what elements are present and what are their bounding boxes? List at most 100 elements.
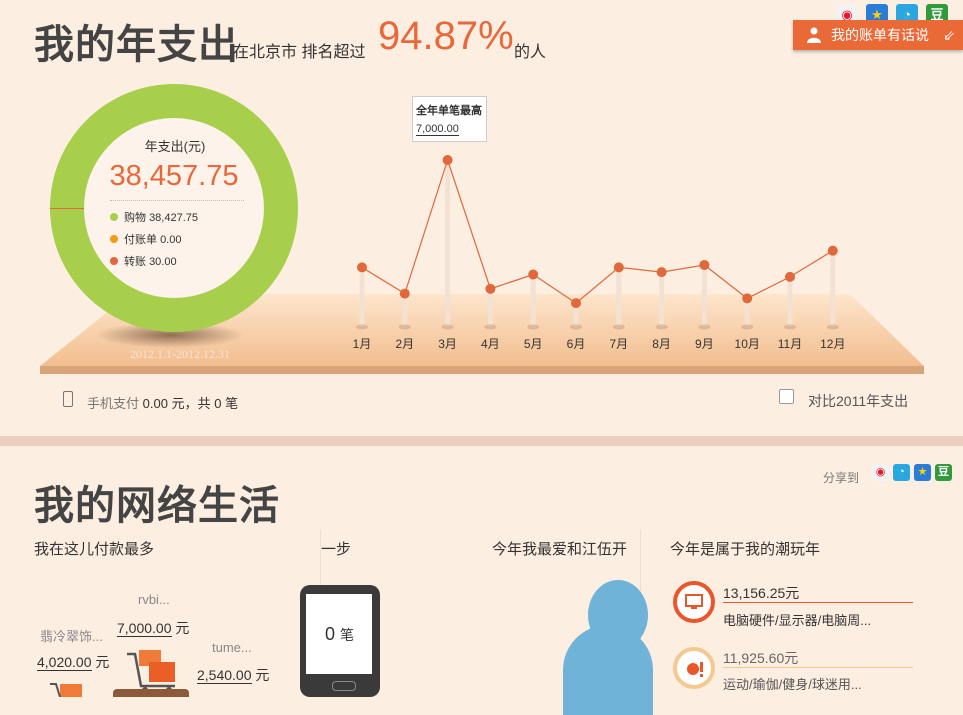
month-pole-base-3 — [441, 324, 454, 330]
category-badge — [673, 647, 715, 689]
data-point-10 — [742, 293, 753, 304]
weibo-icon[interactable]: ◉ — [872, 464, 889, 481]
douban-icon[interactable]: 豆 — [935, 464, 952, 481]
data-point-6 — [571, 298, 581, 309]
compare-2011-checkbox[interactable] — [779, 389, 794, 404]
monthly-expense-chart: 1月 2月 3月 4月 5月 6月 7月 8月 9月 10月 11月 12月 — [353, 155, 845, 351]
month-pole-12 — [830, 250, 836, 327]
merchant-unit: 元 — [175, 620, 190, 636]
merchant-amount[interactable]: 4,020.00 — [37, 654, 92, 671]
section-divider — [0, 436, 963, 446]
merchant-amount[interactable]: 2,540.00 — [197, 667, 252, 684]
month-label: 3月 — [438, 337, 457, 351]
merchant-name: rvbi... — [138, 592, 170, 607]
phone-count-value: 0 — [325, 624, 336, 644]
month-pole-7 — [616, 267, 622, 327]
month-pole-base-11 — [784, 324, 796, 330]
peak-title: 全年单笔最高 — [416, 105, 482, 117]
data-point-9 — [699, 259, 710, 270]
month-pole-9 — [701, 264, 707, 327]
arrow-down-left-icon: ⇙ — [943, 27, 955, 43]
panel-title-mobile: 一步 — [321, 541, 352, 558]
mobile-count-unit: 笔 — [225, 396, 239, 411]
data-point-1 — [357, 262, 367, 273]
month-pole-base-9 — [698, 324, 711, 330]
expense-line — [361, 158, 834, 304]
merchant-amount[interactable]: 7,000.00 — [117, 620, 172, 637]
category-badge — [673, 581, 715, 623]
legend-value: 38,427.75 — [149, 212, 198, 224]
merchant-pedestal — [113, 689, 189, 697]
month-pole-3 — [445, 160, 451, 327]
section-title: 我的网络生活 — [34, 484, 280, 528]
month-label: 9月 — [695, 337, 714, 351]
merchant-amount-row: 7,000.00 元 — [117, 618, 189, 638]
legend-value: 30.00 — [149, 256, 177, 268]
month-pole-8 — [659, 272, 665, 327]
month-label: 7月 — [609, 337, 628, 351]
category-name[interactable]: 电脑硬件/显示器/电脑周... — [723, 610, 871, 629]
month-label: 2月 — [395, 337, 414, 351]
compare-2011-label[interactable]: 对比2011年支出 — [808, 391, 908, 411]
month-pole-2 — [402, 293, 408, 327]
legend-transfer: 转账 30.00 — [110, 253, 177, 269]
donut-label: 年支出(元) — [144, 139, 206, 154]
phone-count-unit: 笔 — [340, 627, 355, 643]
month-label: 11月 — [778, 337, 802, 351]
month-pole-11 — [787, 276, 793, 327]
data-point-5 — [528, 269, 539, 280]
date-range: 2012.1.1-2012.12.31 — [130, 347, 230, 361]
month-label: 1月 — [353, 337, 372, 351]
panel-title-trend: 今年是属于我的潮玩年 — [670, 541, 821, 558]
legend-name: 付账单 — [124, 234, 157, 246]
donut-total: 38,457.75 — [109, 160, 239, 192]
merchant-name: 翡冷翠饰... — [40, 629, 103, 644]
data-point-12 — [827, 245, 838, 256]
tencent-weibo-icon[interactable]: ◔ — [893, 464, 910, 481]
month-pole-base-7 — [612, 324, 625, 330]
legend-name: 购物 — [124, 212, 146, 224]
page-title: 我的年支出 — [34, 23, 239, 67]
panel-title-favorite: 今年我最爱和江伍开 — [492, 541, 628, 558]
share-to-label: 分享到 — [823, 471, 860, 485]
category-bar — [723, 602, 913, 603]
merchant-unit: 元 — [95, 654, 110, 670]
rank-suffix-text: 的人 — [514, 44, 547, 61]
user-icon — [807, 27, 821, 43]
merchant-amount-row: 2,540.00 元 — [197, 665, 269, 685]
mobile-amount: 0.00 — [142, 396, 168, 411]
panel-title-top-merchant: 我在这儿付款最多 — [34, 541, 155, 558]
legend-dot — [110, 235, 118, 243]
qzone-icon[interactable]: ★ — [914, 464, 931, 481]
peak-tooltip: 全年单笔最高 7,000.00 — [412, 96, 487, 142]
merchant-unit: 元 — [255, 667, 270, 683]
rank-prefix-text: 在北京市 排名超过 — [233, 44, 366, 61]
month-label: 12月 — [820, 337, 845, 351]
month-pole-base-10 — [741, 324, 754, 330]
mobile-unit: 元，共 — [171, 396, 211, 411]
legend-shopping: 购物 38,427.75 — [110, 209, 198, 225]
category-amount: 13,156.25元 — [723, 585, 800, 601]
mobile-label: 手机支付 — [87, 396, 140, 411]
month-label: 5月 — [524, 337, 543, 351]
phone-home-button — [332, 681, 356, 691]
rank-percentage: 94.87% — [378, 14, 514, 58]
donut-divider — [110, 200, 244, 201]
data-point-4 — [485, 283, 496, 294]
month-label: 8月 — [652, 337, 671, 351]
legend-name: 转账 — [124, 256, 146, 268]
category-name[interactable]: 运动/瑜伽/健身/球迷用... — [723, 674, 862, 693]
mobile-count-display: 0 笔 — [325, 624, 354, 645]
mobile-phone-icon — [63, 391, 73, 407]
data-point-11 — [785, 271, 795, 282]
bill-talk-button[interactable]: 我的账单有话说 ⇙ — [793, 20, 963, 50]
data-point-2 — [399, 288, 410, 299]
monitor-icon — [685, 594, 703, 609]
data-point-8 — [656, 267, 667, 278]
peak-value: 7,000.00 — [416, 123, 459, 136]
merchant-amount-row: 4,020.00 元 — [37, 652, 109, 672]
month-pole-base-4 — [484, 324, 497, 330]
legend-dot — [110, 213, 118, 221]
month-pole-base-12 — [826, 324, 839, 330]
legend-value: 0.00 — [160, 234, 182, 246]
